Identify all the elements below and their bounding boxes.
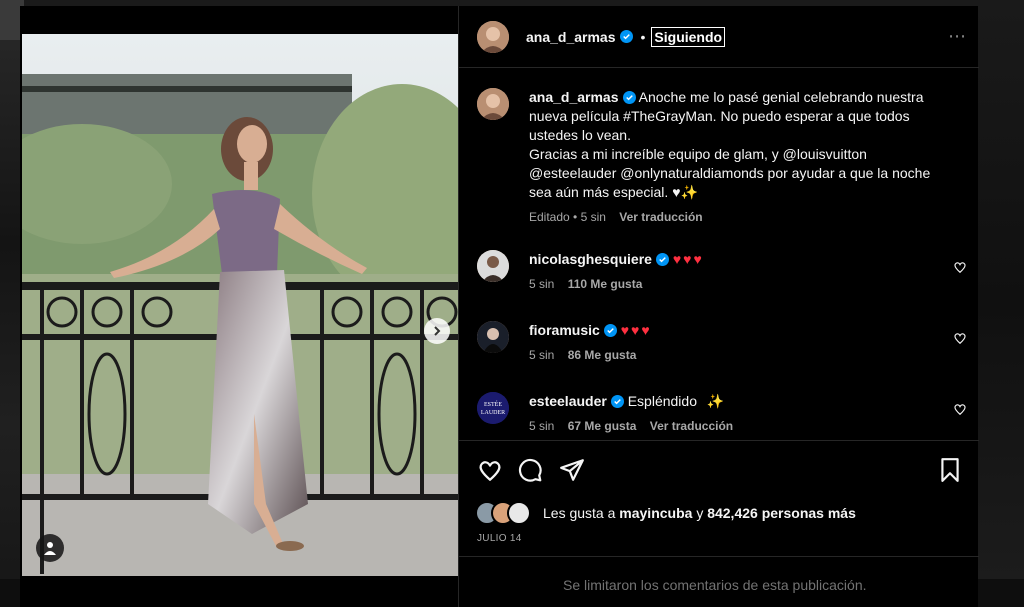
tag-user-button[interactable]	[36, 534, 64, 562]
post-sidebar: ana_d_armas • Siguiendo ⋯ ana_d_armas An…	[458, 6, 979, 607]
comment-time: 5 sin	[529, 348, 555, 362]
comment-username[interactable]: fioramusic	[529, 322, 600, 338]
likes-row: Les gusta a mayincuba y 842,426 personas…	[475, 501, 856, 525]
comments-limited-footer: Se limitaron los comentarios de esta pub…	[459, 556, 979, 607]
likes-text: Les gusta a mayincuba y 842,426 personas…	[543, 505, 856, 521]
comment-likes[interactable]: 67 Me gusta	[568, 419, 637, 433]
author-username[interactable]: ana_d_armas	[526, 29, 616, 45]
post-photo	[22, 34, 458, 576]
caption-username[interactable]: ana_d_armas	[529, 89, 619, 105]
post-actions: Les gusta a mayincuba y 842,426 personas…	[459, 440, 979, 556]
likes-prefix: Les gusta a	[543, 505, 616, 521]
sparkle-icon: ✨	[706, 393, 725, 409]
likes-count[interactable]: 842,426 personas más	[707, 505, 856, 521]
comment-likes[interactable]: 110 Me gusta	[568, 277, 643, 291]
liker-avatar[interactable]	[507, 501, 531, 525]
comment-text: ♥♥♥	[620, 322, 652, 338]
verified-icon	[619, 30, 633, 43]
comment-time: 5 sin	[529, 277, 555, 291]
likes-joiner: y	[696, 505, 704, 521]
comment-avatar[interactable]	[477, 321, 509, 353]
backdrop-left	[0, 0, 22, 607]
comment-translate-link[interactable]: Ver traducción	[650, 419, 733, 433]
caption-edited: Editado • 5 sin	[529, 210, 606, 224]
separator-dot: •	[640, 28, 646, 45]
verified-icon	[655, 253, 669, 266]
next-arrow-icon	[434, 326, 441, 336]
comment-username[interactable]: esteelauder	[529, 393, 607, 409]
next-image-button[interactable]	[424, 318, 450, 344]
verified-icon	[622, 91, 636, 104]
post-header: ana_d_armas • Siguiendo ⋯	[459, 6, 979, 68]
comments-limited-text: Se limitaron los comentarios de esta pub…	[563, 577, 867, 593]
more-icon[interactable]: ⋯	[948, 26, 967, 47]
comment-avatar[interactable]	[477, 250, 509, 282]
post-date[interactable]: JULIO 14	[477, 533, 522, 544]
comment-icon[interactable]	[517, 457, 543, 483]
heart-icon[interactable]	[953, 331, 967, 345]
comment-body: nicolasghesquiere ♥♥♥ 5 sin 110 Me gusta	[529, 250, 949, 294]
caption-text-2: Gracias a mi increíble equipo de glam, y…	[529, 146, 931, 200]
tag-user-icon	[44, 542, 56, 555]
comment-username[interactable]: nicolasghesquiere	[529, 251, 652, 267]
comment-meta: 5 sin 67 Me gusta Ver traducción	[529, 417, 949, 436]
comment-text: Espléndido	[627, 393, 697, 409]
bookmark-icon[interactable]	[937, 457, 963, 483]
comment-meta: 5 sin 86 Me gusta	[529, 346, 949, 365]
caption-meta: Editado • 5 sin Ver traducción	[529, 208, 949, 227]
comment-meta: 5 sin 110 Me gusta	[529, 275, 949, 294]
verified-icon	[603, 324, 617, 337]
caption-avatar[interactable]	[477, 88, 509, 120]
svg-text:LAUDER: LAUDER	[481, 410, 505, 416]
heart-icon[interactable]	[953, 402, 967, 416]
author-avatar[interactable]	[477, 20, 509, 53]
likes-user[interactable]: mayincuba	[619, 505, 692, 521]
backdrop-right	[978, 0, 1024, 607]
following-button[interactable]: Siguiendo	[651, 26, 726, 47]
comment-time: 5 sin	[529, 419, 555, 433]
comment-likes[interactable]: 86 Me gusta	[568, 348, 637, 362]
verified-icon	[610, 395, 624, 408]
share-icon[interactable]	[559, 457, 585, 483]
comments-list: ana_d_armas Anoche me lo pasé genial cel…	[459, 68, 979, 440]
comment-body: esteelauder Espléndido ✨ 5 sin 67 Me gus…	[529, 392, 949, 436]
comment-body: fioramusic ♥♥♥ 5 sin 86 Me gusta	[529, 321, 949, 365]
caption-body: ana_d_armas Anoche me lo pasé genial cel…	[529, 88, 949, 227]
like-heart-icon[interactable]	[477, 457, 503, 483]
comment-text: ♥♥♥	[672, 251, 704, 267]
header-user: ana_d_armas • Siguiendo	[526, 26, 726, 47]
comment-avatar[interactable]: ESTÉE LAUDER	[477, 392, 509, 424]
heart-icon[interactable]	[953, 260, 967, 274]
caption-translate-link[interactable]: Ver traducción	[619, 210, 702, 224]
post-image	[22, 34, 458, 576]
svg-text:ESTÉE: ESTÉE	[484, 400, 502, 408]
